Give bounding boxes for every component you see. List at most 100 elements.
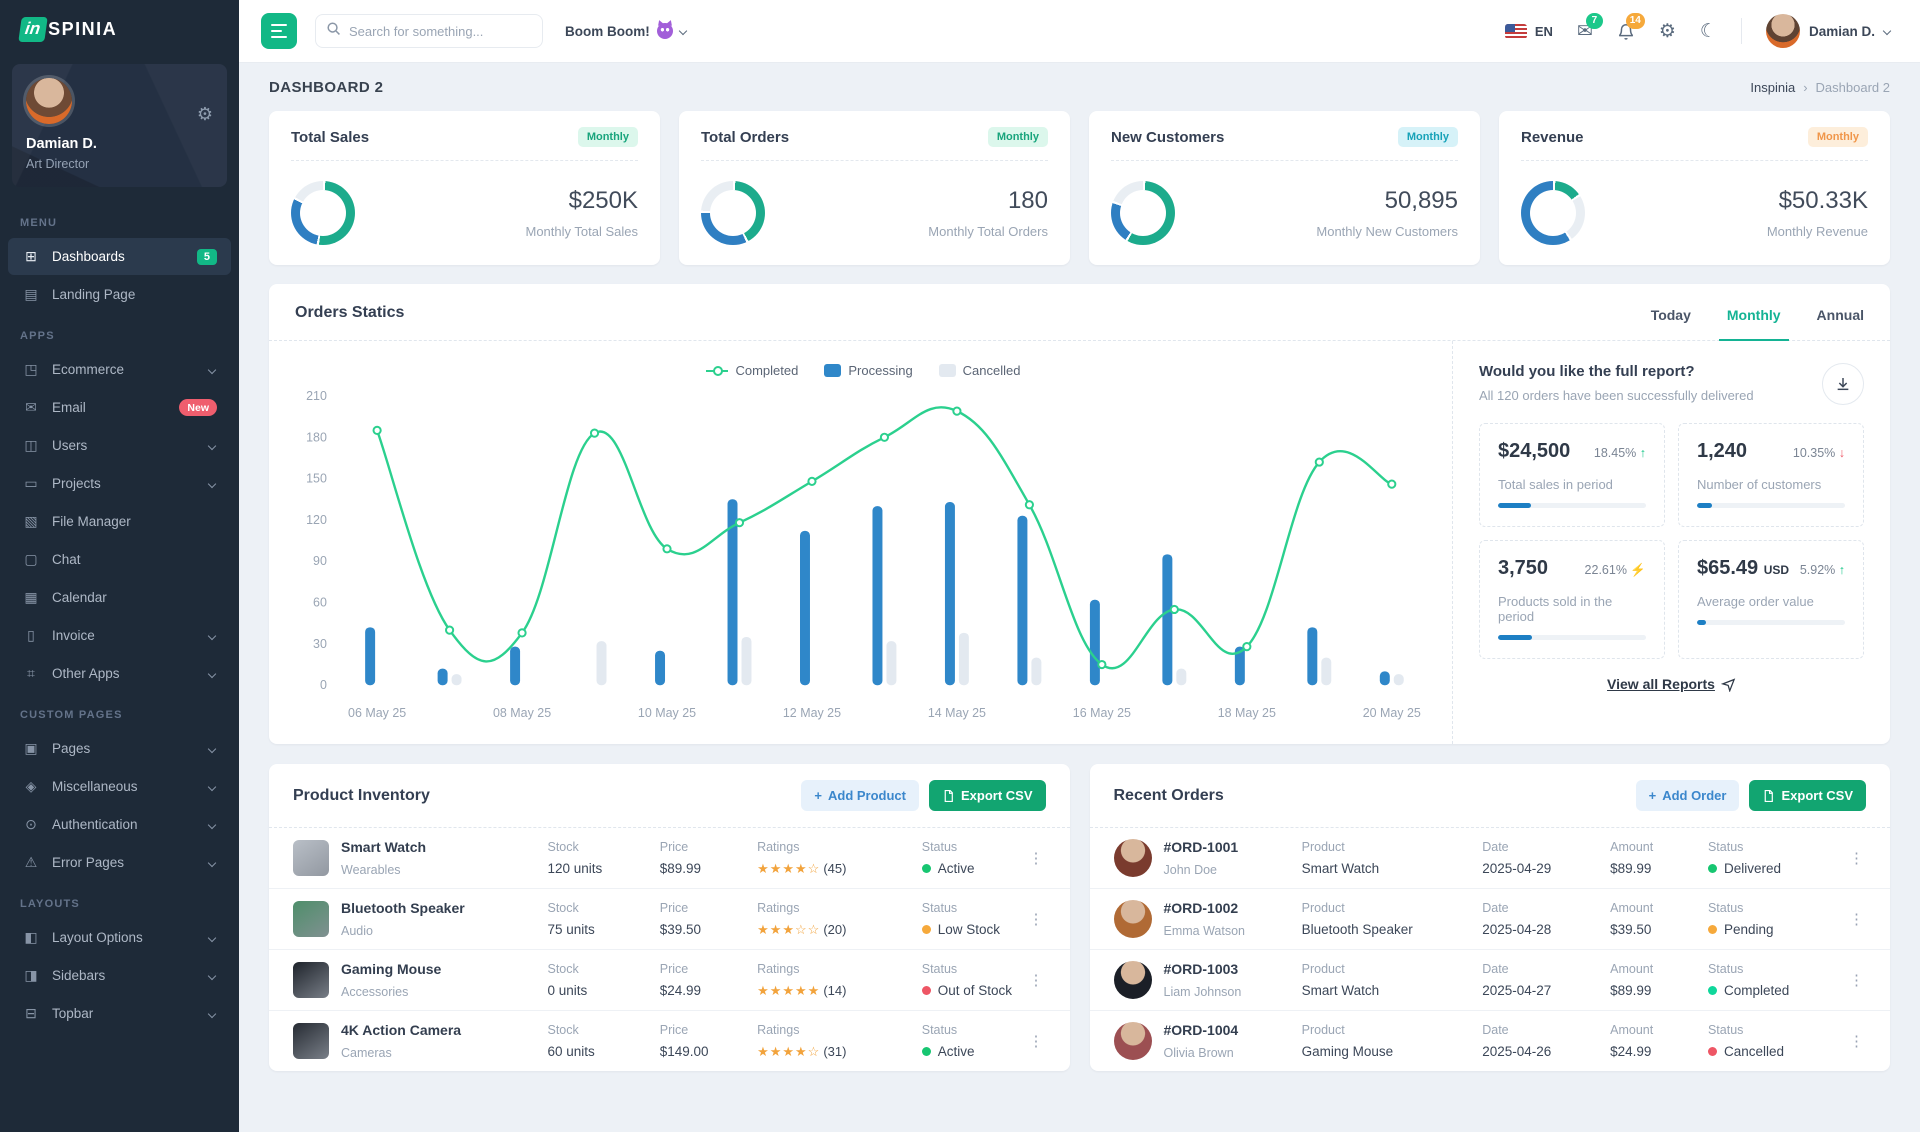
search-input[interactable] xyxy=(349,24,532,39)
legend-item-cancelled[interactable]: Cancelled xyxy=(939,363,1021,378)
product-row-gaming-mouse: Gaming Mouse Accessories Stock0 units Pr… xyxy=(269,949,1070,1010)
order-id[interactable]: #ORD-1003 xyxy=(1164,961,1239,977)
profile-settings-gear-icon[interactable]: ⚙ xyxy=(197,104,213,125)
product-name[interactable]: Smart Watch xyxy=(341,839,426,855)
ratings-cell: Ratings★★★☆☆(20) xyxy=(757,901,922,938)
legend-label: Completed xyxy=(735,363,798,378)
legend-item-processing[interactable]: Processing xyxy=(824,363,912,378)
product-row-smart-watch: Smart Watch Wearables Stock120 units Pri… xyxy=(269,828,1070,888)
svg-text:08 May 25: 08 May 25 xyxy=(493,706,551,720)
view-all-reports-link[interactable]: View all Reports xyxy=(1607,676,1736,692)
dark-mode-moon-icon[interactable]: ☾ xyxy=(1700,22,1717,41)
stat-card-body: 50,895 Monthly New Customers xyxy=(1111,181,1458,245)
language-label[interactable]: EN xyxy=(1535,24,1553,39)
product-name[interactable]: Gaming Mouse xyxy=(341,961,441,977)
stat-card-right: 180 Monthly Total Orders xyxy=(928,187,1048,239)
legend-label: Cancelled xyxy=(963,363,1021,378)
legend-item-completed[interactable]: Completed xyxy=(706,363,798,378)
tab-monthly[interactable]: Monthly xyxy=(1727,307,1781,340)
profile-avatar[interactable] xyxy=(26,78,72,124)
report-tile: 3,750 22.61% ⚡ Products sold in the peri… xyxy=(1479,540,1665,659)
sidebar-item-layout-options[interactable]: ◧Layout Options xyxy=(8,919,231,956)
sidebar-item-miscellaneous[interactable]: ◈Miscellaneous xyxy=(8,768,231,805)
sidebar-item-error-pages[interactable]: ⚠Error Pages xyxy=(8,844,231,881)
devil-emoji-icon xyxy=(657,23,673,39)
stat-card-title: Total Orders xyxy=(701,129,789,146)
download-report-button[interactable] xyxy=(1822,363,1864,405)
stock-cell: Stock60 units xyxy=(547,1023,659,1059)
row-menu-kebab-icon[interactable]: ⋮ xyxy=(1847,1032,1866,1050)
sidebar-item-topbar[interactable]: ⊟Topbar xyxy=(8,995,231,1032)
stat-card-body: $250K Monthly Total Sales xyxy=(291,181,638,245)
sidebar-item-chat[interactable]: ▢Chat xyxy=(8,541,231,578)
sidebar-item-calendar[interactable]: ▦Calendar xyxy=(8,579,231,616)
sidebar-item-file-manager[interactable]: ▧File Manager xyxy=(8,503,231,540)
sidebar-item-pages[interactable]: ▣Pages xyxy=(8,730,231,767)
order-id[interactable]: #ORD-1004 xyxy=(1164,1022,1239,1038)
tab-today[interactable]: Today xyxy=(1651,307,1691,340)
row-menu-kebab-icon[interactable]: ⋮ xyxy=(1847,910,1866,928)
row-menu-kebab-icon[interactable]: ⋮ xyxy=(1847,849,1866,867)
us-flag-icon[interactable] xyxy=(1505,24,1527,39)
stat-card-body: 180 Monthly Total Orders xyxy=(701,181,1048,245)
row-menu-kebab-icon[interactable]: ⋮ xyxy=(1027,910,1046,928)
sidebar-item-label: Dashboards xyxy=(52,249,185,264)
stock-cell: Stock0 units xyxy=(547,962,659,998)
orders-chart[interactable]: 030609012015018021006 May 2508 May 2510 … xyxy=(285,380,1442,736)
bolt-icon: ⚡ xyxy=(1630,563,1646,577)
sidebar-item-sidebars[interactable]: ◨Sidebars xyxy=(8,957,231,994)
boom-boom-dropdown[interactable]: Boom Boom! xyxy=(565,23,688,39)
row-menu-kebab-icon[interactable]: ⋮ xyxy=(1847,971,1866,989)
sidebars-icon: ◨ xyxy=(22,967,40,984)
chart-title: Orders Statics xyxy=(295,304,404,340)
tile-progress-track xyxy=(1697,620,1845,625)
add-order-button[interactable]: +Add Order xyxy=(1636,780,1740,811)
line-swatch-icon xyxy=(706,370,728,372)
sidebar-item-other-apps[interactable]: ⌗Other Apps xyxy=(8,655,231,692)
new-badge: New xyxy=(179,399,217,416)
breadcrumb-root[interactable]: Inspinia xyxy=(1750,80,1795,95)
settings-gear-icon[interactable]: ⚙ xyxy=(1659,22,1676,41)
order-id[interactable]: #ORD-1001 xyxy=(1164,839,1239,855)
add-product-button[interactable]: +Add Product xyxy=(801,780,919,811)
sidebar-item-email[interactable]: ✉EmailNew xyxy=(8,389,231,426)
report-tiles: $24,500 18.45% ↑ Total sales in period 1… xyxy=(1479,423,1864,659)
app-logo[interactable]: in SPINIA xyxy=(0,0,239,58)
sidebar-item-dashboards[interactable]: ⊞Dashboards5 xyxy=(8,238,231,275)
chart-header: Orders Statics Today Monthly Annual xyxy=(269,284,1890,341)
status-cell: StatusLow Stock xyxy=(922,901,1027,937)
report-tile: $65.49 USD 5.92% ↑ Average order value xyxy=(1678,540,1864,659)
legend-label: Processing xyxy=(848,363,912,378)
stat-caption: Monthly New Customers xyxy=(1316,224,1458,239)
row-menu-kebab-icon[interactable]: ⋮ xyxy=(1027,1032,1046,1050)
chevron-down-icon xyxy=(208,744,216,752)
sidebar-item-ecommerce[interactable]: ◳Ecommerce xyxy=(8,351,231,388)
row-menu-kebab-icon[interactable]: ⋮ xyxy=(1027,971,1046,989)
svg-text:16 May 25: 16 May 25 xyxy=(1073,706,1131,720)
tile-progress-fill xyxy=(1498,635,1532,640)
product-name[interactable]: 4K Action Camera xyxy=(341,1022,461,1038)
row-menu-kebab-icon[interactable]: ⋮ xyxy=(1027,849,1046,867)
export-csv-button[interactable]: Export CSV xyxy=(929,780,1046,811)
star-rating: ★★★★☆(31) xyxy=(757,1044,922,1060)
export-csv-button[interactable]: Export CSV xyxy=(1749,780,1866,811)
messages-icon[interactable]: ✉ 7 xyxy=(1577,22,1593,41)
notifications-badge: 14 xyxy=(1626,13,1645,29)
order-id[interactable]: #ORD-1002 xyxy=(1164,900,1239,916)
notifications-bell-icon[interactable]: 14 xyxy=(1617,22,1635,41)
sidebar-item-invoice[interactable]: ▯Invoice xyxy=(8,617,231,654)
tab-annual[interactable]: Annual xyxy=(1817,307,1864,340)
product-name[interactable]: Bluetooth Speaker xyxy=(341,900,465,916)
chevron-down-icon xyxy=(208,933,216,941)
sidebar-item-users[interactable]: ◫Users xyxy=(8,427,231,464)
menu-toggle-button[interactable] xyxy=(261,13,297,49)
breadcrumb: Inspinia › Dashboard 2 xyxy=(1750,80,1890,95)
sidebar: in SPINIA ⚙ Damian D. Art Director MENU⊞… xyxy=(0,0,239,1132)
star-rating: ★★★☆☆(20) xyxy=(757,922,922,938)
tile-label: Total sales in period xyxy=(1498,477,1646,492)
stat-value: 180 xyxy=(928,187,1048,215)
sidebar-item-authentication[interactable]: ⊙Authentication xyxy=(8,806,231,843)
sidebar-item-projects[interactable]: ▭Projects xyxy=(8,465,231,502)
user-menu[interactable]: Damian D. xyxy=(1766,14,1892,48)
sidebar-item-landing-page[interactable]: ▤Landing Page xyxy=(8,276,231,313)
